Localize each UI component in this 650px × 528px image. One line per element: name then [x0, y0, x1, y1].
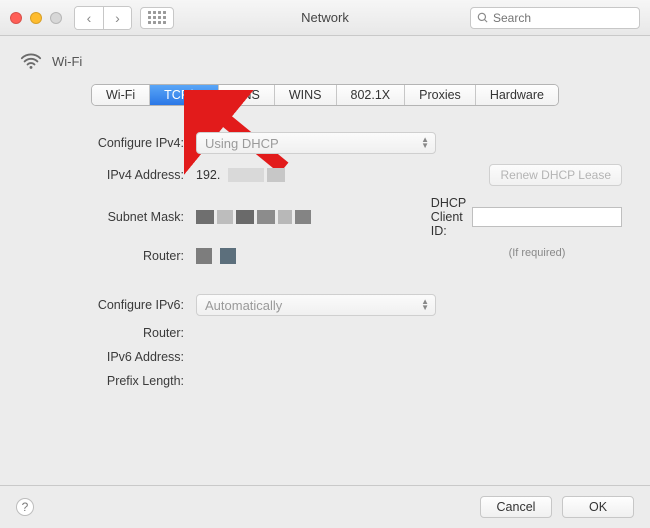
action-buttons: Cancel OK	[480, 496, 634, 518]
subnet-mask-value	[196, 210, 444, 224]
tab-bar: Wi-Fi TCP/IP DNS WINS 802.1X Proxies Har…	[18, 84, 632, 106]
interface-header: Wi-Fi	[20, 50, 632, 72]
ipv6-address-label: IPv6 Address:	[28, 350, 188, 364]
chevron-updown-icon: ▲▼	[421, 137, 429, 149]
configure-ipv6-label: Configure IPv6:	[28, 298, 188, 312]
wifi-icon	[20, 50, 42, 72]
configure-ipv6-value: Automatically	[205, 298, 282, 313]
search-field[interactable]	[470, 7, 640, 29]
minimize-window-button[interactable]	[30, 12, 42, 24]
grid-icon	[148, 11, 166, 24]
tab-8021x[interactable]: 802.1X	[337, 85, 406, 105]
back-button[interactable]: ‹	[75, 7, 103, 29]
ipv4-address-partial: 192.	[196, 168, 220, 182]
search-input[interactable]	[493, 11, 633, 25]
chevron-updown-icon: ▲▼	[421, 299, 429, 311]
dhcp-client-id-input[interactable]	[472, 207, 622, 227]
tab-wins[interactable]: WINS	[275, 85, 337, 105]
redacted-block	[220, 248, 236, 264]
subnet-mask-label: Subnet Mask:	[28, 210, 188, 224]
window-title: Network	[301, 10, 349, 25]
segmented-tabs: Wi-Fi TCP/IP DNS WINS 802.1X Proxies Har…	[91, 84, 559, 106]
renew-dhcp-lease-button[interactable]: Renew DHCP Lease	[489, 164, 622, 186]
prefix-length-label: Prefix Length:	[28, 374, 188, 388]
redacted-block	[228, 168, 285, 182]
titlebar: ‹ › Network	[0, 0, 650, 36]
ok-button[interactable]: OK	[562, 496, 634, 518]
chevron-left-icon: ‹	[87, 11, 92, 25]
footer: ? Cancel OK	[0, 485, 650, 528]
cancel-button[interactable]: Cancel	[480, 496, 552, 518]
chevron-right-icon: ›	[115, 11, 120, 25]
help-button[interactable]: ?	[16, 498, 34, 516]
tab-tcpip[interactable]: TCP/IP	[150, 85, 219, 105]
configure-ipv4-label: Configure IPv4:	[28, 136, 188, 150]
required-hint: (If required)	[509, 247, 566, 259]
tcpip-form: Configure IPv4: Using DHCP ▲▼ IPv4 Addre…	[18, 116, 632, 388]
show-all-button[interactable]	[140, 7, 174, 29]
tab-wifi[interactable]: Wi-Fi	[92, 85, 150, 105]
redacted-block	[196, 248, 212, 264]
ipv4-router-label: Router:	[28, 249, 188, 263]
close-window-button[interactable]	[10, 12, 22, 24]
network-prefs-window: ‹ › Network Wi-Fi Wi-Fi TCP/IP DNS	[0, 0, 650, 528]
interface-name: Wi-Fi	[52, 54, 82, 69]
configure-ipv4-value: Using DHCP	[205, 136, 279, 151]
tab-proxies[interactable]: Proxies	[405, 85, 476, 105]
search-icon	[477, 12, 489, 24]
forward-button[interactable]: ›	[103, 7, 131, 29]
configure-ipv4-popup[interactable]: Using DHCP ▲▼	[196, 132, 436, 154]
configure-ipv6-popup[interactable]: Automatically ▲▼	[196, 294, 436, 316]
ipv4-address-value: 192.	[196, 168, 444, 182]
ipv4-address-label: IPv4 Address:	[28, 168, 188, 182]
ipv4-router-value	[196, 248, 444, 264]
panel-body: Wi-Fi Wi-Fi TCP/IP DNS WINS 802.1X Proxi…	[0, 36, 650, 485]
zoom-window-button[interactable]	[50, 12, 62, 24]
nav-back-forward: ‹ ›	[74, 6, 132, 30]
tab-hardware[interactable]: Hardware	[476, 85, 558, 105]
ipv6-router-label: Router:	[28, 326, 188, 340]
redacted-block	[196, 210, 311, 224]
window-traffic-lights	[10, 12, 62, 24]
tab-dns[interactable]: DNS	[219, 85, 274, 105]
dhcp-client-id-label: DHCP Client ID:	[431, 196, 466, 238]
